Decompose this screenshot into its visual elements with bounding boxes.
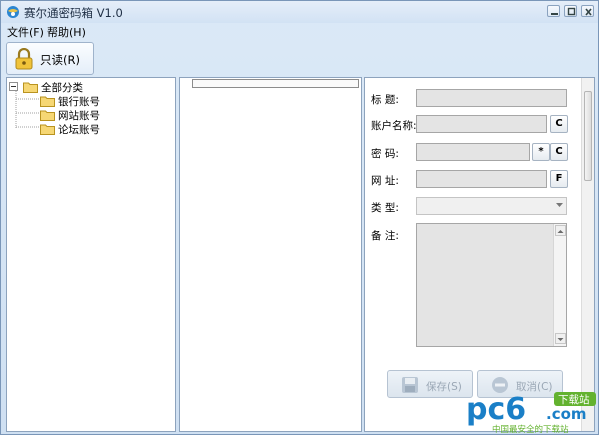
watermark-domain: .com <box>546 405 587 423</box>
folder-icon <box>40 96 55 107</box>
maximize-button[interactable] <box>564 5 577 17</box>
notes-label: 备 注: <box>371 230 399 242</box>
notes-scrollbar[interactable] <box>553 224 566 346</box>
watermark-slogan: 中国最安全的下载站 <box>492 424 569 435</box>
arrow-down-icon <box>557 338 564 341</box>
list-header[interactable] <box>192 79 359 88</box>
detail-panel: 标 题: 账户名称: C 密 码: * C 网 址: F 类 型: 备 注: 保… <box>364 77 595 432</box>
scroll-up-button[interactable] <box>555 225 566 236</box>
minimize-icon <box>551 13 558 15</box>
scroll-thumb[interactable] <box>584 91 592 181</box>
app-icon <box>7 6 19 18</box>
close-icon <box>585 8 592 16</box>
title-bar: 赛尔通密码箱 V1.0 <box>1 1 598 23</box>
open-url-button[interactable]: F <box>550 170 568 188</box>
type-select[interactable] <box>416 197 567 215</box>
url-input[interactable] <box>416 170 547 188</box>
tree-label-root: 全部分类 <box>41 82 83 94</box>
account-label: 账户名称: <box>371 120 417 132</box>
watermark-tag: 下载站 <box>558 393 590 406</box>
notes-textarea[interactable] <box>416 223 567 347</box>
readonly-button[interactable]: 只读(R) <box>6 42 94 75</box>
url-label: 网 址: <box>371 175 399 187</box>
tree-label-forum: 论坛账号 <box>58 124 100 136</box>
folder-icon <box>40 124 55 135</box>
category-tree: 全部分类 银行账号 网站账号 论坛账号 <box>6 77 176 432</box>
folder-icon <box>40 110 55 121</box>
menu-help[interactable]: 帮助(H) <box>47 24 86 40</box>
readonly-label: 只读(R) <box>40 53 80 67</box>
scroll-down-button[interactable] <box>555 333 566 344</box>
title-input[interactable] <box>416 89 567 107</box>
folder-icon <box>23 82 38 93</box>
lock-icon <box>15 48 33 70</box>
save-label: 保存(S) <box>426 381 462 393</box>
toolbar: 只读(R) <box>1 40 598 77</box>
menu-bar: 文件(F) 帮助(H) <box>1 23 598 40</box>
title-label: 标 题: <box>371 94 399 106</box>
show-password-button[interactable]: * <box>532 143 550 161</box>
tree-label-bank: 银行账号 <box>58 96 100 108</box>
detail-scrollbar[interactable] <box>581 78 594 431</box>
watermark-brand: pc6 <box>466 392 526 427</box>
arrow-up-icon <box>557 230 564 233</box>
tree-label-website: 网站账号 <box>58 110 100 122</box>
app-window: 赛尔通密码箱 V1.0 文件(F) 帮助(H) 只读(R) 全部分类 银行账号 … <box>0 0 599 435</box>
account-input[interactable] <box>416 115 547 133</box>
menu-file[interactable]: 文件(F) <box>7 24 44 40</box>
password-input[interactable] <box>416 143 530 161</box>
pc6-watermark-logo: pc6 .com 下载站 中国最安全的下载站 <box>466 392 596 435</box>
type-label: 类 型: <box>371 202 399 214</box>
save-button[interactable]: 保存(S) <box>387 370 473 398</box>
window-title: 赛尔通密码箱 V1.0 <box>24 6 123 20</box>
entry-list[interactable] <box>179 77 362 432</box>
copy-account-button[interactable]: C <box>550 115 568 133</box>
chevron-down-icon <box>556 203 563 207</box>
maximize-icon <box>567 7 576 16</box>
save-icon <box>402 377 418 393</box>
password-label: 密 码: <box>371 148 399 160</box>
close-button[interactable] <box>581 5 594 17</box>
collapse-icon[interactable] <box>9 82 18 91</box>
copy-password-button[interactable]: C <box>550 143 568 161</box>
minimize-button[interactable] <box>547 5 560 17</box>
